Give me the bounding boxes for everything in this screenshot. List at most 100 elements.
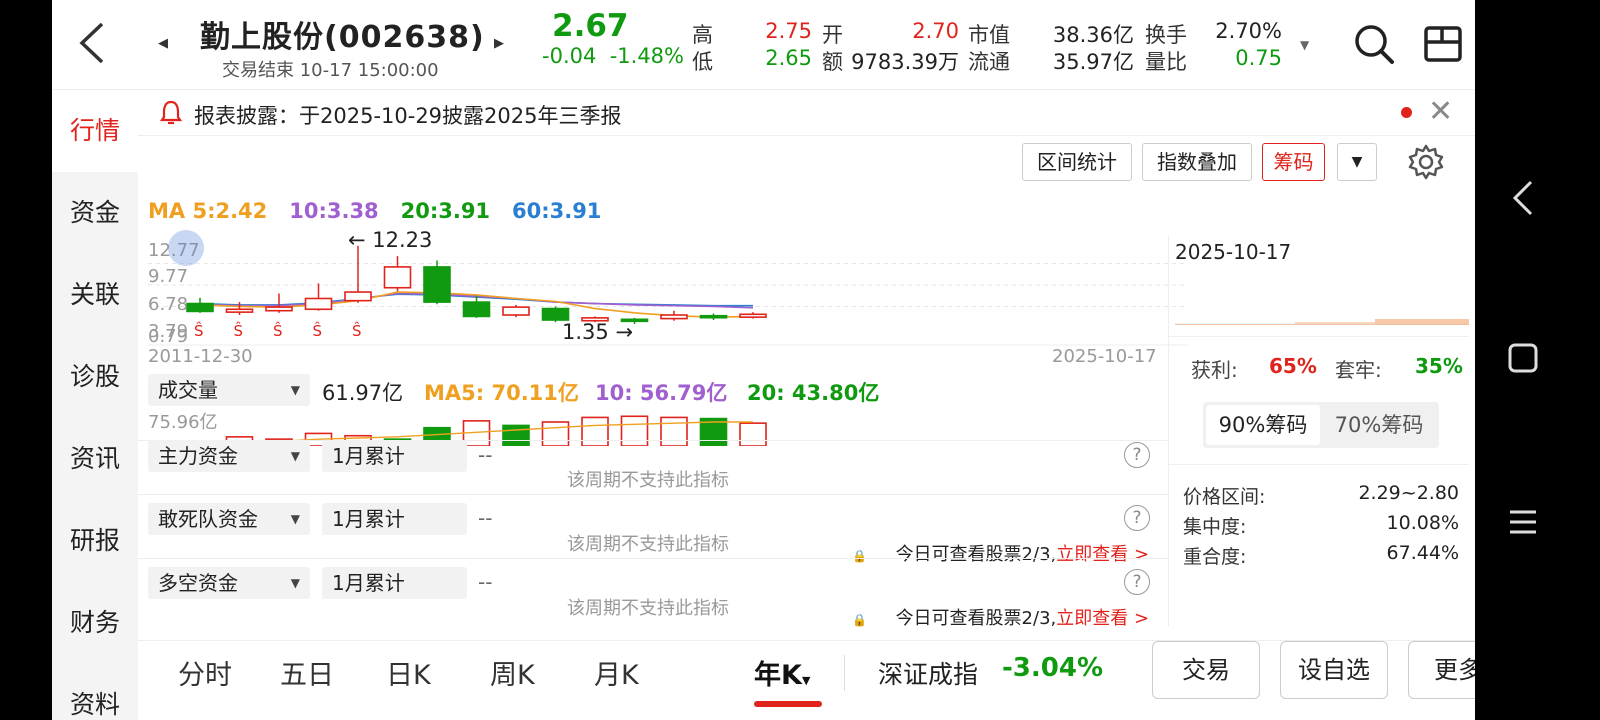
add-watchlist-button[interactable]: 设自选 — [1280, 641, 1388, 699]
chips-toggle-button[interactable]: 筹码 — [1262, 143, 1325, 181]
profit-value: 65% — [1269, 354, 1317, 378]
candle-body — [304, 297, 333, 311]
index-overlay-button[interactable]: 指数叠加 — [1142, 143, 1252, 181]
lock-icon: 🔒 — [852, 613, 867, 627]
tab-intraday[interactable]: 分时 — [178, 653, 232, 692]
stock-title: 勤上股份(002638) — [200, 20, 485, 55]
low-label: 低 — [692, 50, 713, 74]
candle-body — [699, 314, 728, 319]
indicator-select-longshort-funds[interactable]: 多空资金 ▼ — [148, 567, 310, 599]
nav-news[interactable]: 资讯 — [52, 418, 138, 500]
max-price-label: ← 12.23 — [348, 228, 433, 252]
next-stock-button[interactable]: ▶ — [494, 36, 504, 51]
nav-funds[interactable]: 资金 — [52, 172, 138, 254]
mktcap-label: 市值 — [968, 23, 1010, 47]
question-icon: ? — [1132, 508, 1142, 528]
menu-icon — [1510, 510, 1536, 534]
back-button[interactable] — [72, 18, 132, 74]
dividend-mark[interactable]: Ŝ — [234, 321, 244, 340]
change-value: -0.04 — [542, 44, 597, 68]
view-now-link[interactable]: 立即查看 > — [1056, 608, 1149, 629]
unread-dot — [1401, 107, 1412, 118]
system-home-button[interactable] — [1507, 342, 1539, 378]
active-tab-indicator — [754, 701, 822, 707]
candle-body — [265, 306, 293, 312]
prev-stock-button[interactable]: ◀ — [158, 36, 168, 51]
period-select-main-funds[interactable]: 1月累计 — [322, 440, 467, 472]
y-tick-3: 6.78 — [148, 294, 189, 315]
indicator-value: -- — [478, 506, 493, 530]
tab-90-chips[interactable]: 90%筹码 — [1206, 405, 1320, 445]
dividend-mark[interactable]: Ŝ — [273, 321, 283, 340]
layout-switch-button[interactable] — [1422, 22, 1466, 66]
bell-icon — [159, 100, 183, 126]
dividend-mark[interactable]: Ŝ — [352, 321, 362, 340]
indicator-select-dare-funds[interactable]: 敢死队资金 ▼ — [148, 503, 310, 535]
price-change: -0.04 -1.48% — [542, 44, 684, 68]
search-button[interactable] — [1352, 22, 1396, 66]
period-select-dare-funds[interactable]: 1月累计 — [322, 503, 467, 535]
tab-daily-k[interactable]: 日K — [386, 653, 431, 692]
system-back-button[interactable] — [1507, 178, 1537, 222]
divider — [138, 494, 1168, 495]
range-stats-button[interactable]: 区间统计 — [1022, 143, 1132, 181]
settings-button[interactable] — [1407, 143, 1445, 181]
index-name[interactable]: 深证成指 — [878, 655, 978, 691]
tab-five-day[interactable]: 五日 — [280, 653, 334, 692]
nav-profile[interactable]: 资料 — [52, 664, 138, 720]
turnover-value: 2.70% — [1215, 19, 1282, 43]
trade-button[interactable]: 交易 — [1152, 641, 1260, 699]
nav-related[interactable]: 关联 — [52, 254, 138, 336]
indicator-name: 主力资金 — [158, 444, 238, 468]
price-range-value: 2.29~2.80 — [1358, 482, 1459, 504]
chip-distribution-svg — [1175, 319, 1469, 325]
y-tick-bottom: 0.79 — [148, 326, 189, 347]
dividend-mark[interactable]: Ŝ — [313, 321, 323, 340]
tab-70-chips[interactable]: 70%筹码 — [1322, 405, 1436, 445]
nav-research[interactable]: 研报 — [52, 500, 138, 582]
min-price-value: 1.35 — [562, 320, 609, 344]
chart-options-dropdown[interactable]: ▼ — [1337, 143, 1377, 181]
nav-finance[interactable]: 财务 — [52, 582, 138, 664]
more-button[interactable]: 更多 — [1408, 641, 1475, 699]
chip-tab-group: 90%筹码 70%筹码 — [1203, 402, 1439, 448]
nav-diagnose[interactable]: 诊股 — [52, 336, 138, 418]
volume-indicator-select[interactable]: 成交量 ▼ — [148, 374, 310, 406]
tab-weekly-k[interactable]: 周K — [490, 653, 535, 692]
float-label: 流通 — [968, 50, 1010, 74]
candle-body — [502, 306, 530, 316]
divider — [138, 558, 1168, 559]
tab-monthly-k[interactable]: 月K — [594, 653, 639, 692]
triangle-left-icon: ◀ — [158, 36, 168, 51]
kline-chart[interactable]: ŜŜŜŜŜ 12.77 9.77 6.78 3.79 0.79 ← 12.23 … — [148, 228, 1188, 347]
volume-bar — [581, 416, 609, 447]
ma10-value: 10:3.38 — [289, 199, 379, 223]
mktcap-value: 38.36亿 — [1052, 23, 1134, 47]
indicator-value: -- — [478, 570, 493, 594]
divider — [1169, 336, 1469, 337]
indicator-select-main-funds[interactable]: 主力资金 ▼ — [148, 440, 310, 472]
help-button[interactable]: ? — [1124, 505, 1150, 531]
change-percent: -1.48% — [609, 44, 684, 68]
dividend-mark[interactable]: Ŝ — [194, 321, 204, 340]
help-button[interactable]: ? — [1124, 569, 1150, 595]
tab-yearly-k[interactable]: 年K▼ — [754, 653, 810, 692]
turnover-label: 换手 — [1145, 23, 1187, 47]
close-notice-button[interactable]: ✕ — [1428, 94, 1453, 129]
system-menu-button[interactable] — [1507, 506, 1539, 542]
view-now-link[interactable]: 立即查看 > — [1056, 544, 1149, 565]
candle-body — [225, 308, 254, 313]
indicator-value: -- — [478, 443, 493, 467]
amount-value: 9783.39万 — [851, 50, 959, 74]
period-select-longshort-funds[interactable]: 1月累计 — [322, 567, 467, 599]
candle-body — [383, 266, 412, 289]
overlap-label: 重合度: — [1183, 546, 1247, 568]
nav-quote[interactable]: 行情 — [52, 90, 138, 172]
notice-bar[interactable]: 报表披露：于2025-10-29披露2025年三季报 ✕ — [138, 90, 1475, 136]
expand-quote-button[interactable]: ▼ — [1300, 38, 1309, 52]
trade-status: 交易结束 10-17 15:00:00 — [222, 60, 439, 81]
chevron-left-icon — [1512, 180, 1533, 216]
help-button[interactable]: ? — [1124, 442, 1150, 468]
divider — [844, 655, 845, 691]
view-quota: 🔒 今日可查看股票2/3,立即查看 > — [852, 604, 1149, 630]
